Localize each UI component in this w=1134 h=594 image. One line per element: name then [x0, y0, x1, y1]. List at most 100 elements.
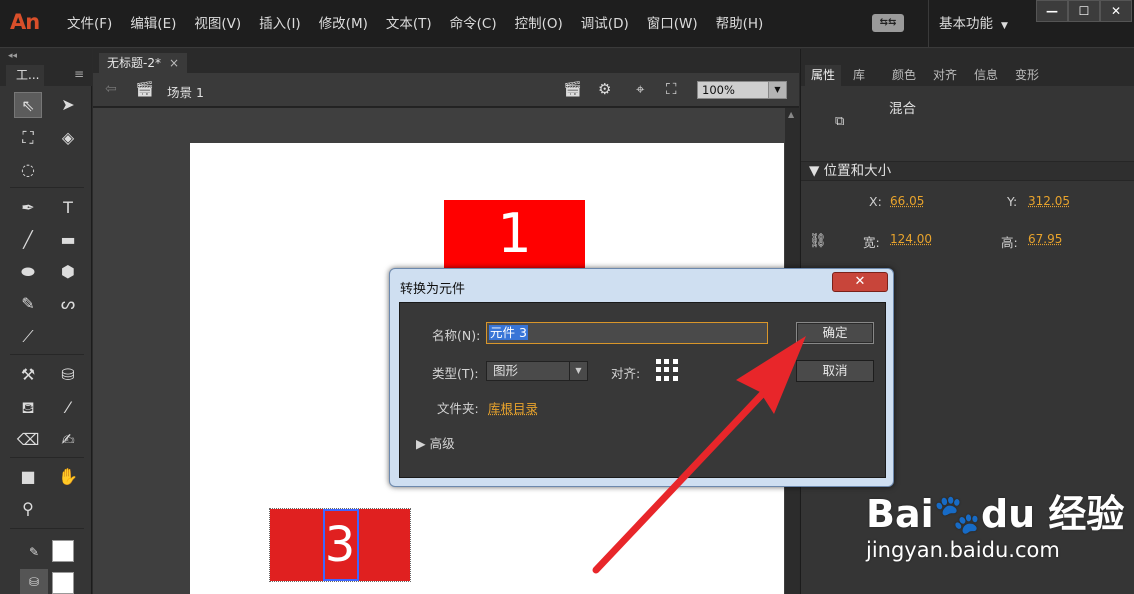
paint-bucket-tool-icon[interactable]: ⛁ [54, 362, 82, 388]
sync-settings-button[interactable]: ⇆⇆ [872, 14, 904, 32]
tools-tab[interactable]: 工... [6, 65, 44, 86]
close-tab-icon[interactable]: × [169, 56, 179, 70]
selection-tool-icon[interactable]: ⇖ [14, 92, 42, 118]
scroll-up-icon[interactable]: ▲ [788, 110, 794, 119]
document-tab-title: 无标题-2* [107, 56, 161, 70]
menu-insert[interactable]: 插入(I) [250, 15, 310, 33]
hand-tool-icon[interactable]: ✋ [54, 464, 82, 490]
symbol-type-select[interactable]: 图形 ▼ [486, 361, 588, 381]
brush-tool-icon[interactable]: ᔕ [54, 291, 82, 317]
chevron-down-icon: ▼ [1001, 21, 1008, 31]
menu-window[interactable]: 窗口(W) [638, 15, 707, 33]
document-tab[interactable]: 无标题-2* × [99, 53, 188, 73]
minimize-button[interactable]: — [1036, 0, 1068, 22]
pencil-tool-icon[interactable]: ✎ [14, 291, 42, 317]
width-tool-icon[interactable]: ✍ [54, 427, 82, 453]
selected-shape-3[interactable]: 3 [269, 508, 411, 582]
x-label: X: [869, 194, 882, 209]
fill-color-swatch[interactable] [52, 572, 74, 594]
subselection-tool-icon[interactable]: ➤ [54, 92, 82, 118]
position-size-section[interactable]: ▼ 位置和大小 [801, 161, 1134, 181]
menu-view[interactable]: 视图(V) [185, 15, 250, 33]
tool-divider [10, 354, 84, 355]
width-value[interactable]: 124.00 [890, 232, 932, 246]
rectangle-tool-icon[interactable]: ▬ [54, 227, 82, 253]
3d-rotation-tool-icon[interactable]: ◈ [54, 125, 82, 151]
properties-tab-bar: 属性 库 颜色 对齐 信息 变形 [801, 49, 1134, 86]
selection-box [323, 509, 359, 581]
workspace-label: 基本功能 [939, 16, 993, 32]
menu-file[interactable]: 文件(F) [58, 15, 121, 33]
text-tool-icon[interactable]: T [54, 195, 82, 221]
y-label: Y: [1007, 194, 1018, 209]
lasso-tool-icon[interactable]: ◌ [14, 157, 42, 183]
free-transform-tool-icon[interactable]: ⛶ [14, 125, 42, 151]
back-arrow-icon[interactable]: ⇦ [105, 81, 117, 97]
y-value[interactable]: 312.05 [1028, 194, 1070, 208]
oval-tool-icon[interactable]: ⬬ [14, 259, 42, 285]
eraser-tool-icon[interactable]: ⌫ [14, 427, 42, 453]
clip-content-icon[interactable]: ⛶ [666, 80, 677, 98]
menu-control[interactable]: 控制(O) [506, 15, 572, 33]
paint-brush-tool-icon[interactable]: ⟋ [14, 324, 42, 350]
camera-tool-icon[interactable]: ■ [14, 464, 42, 490]
polystar-tool-icon[interactable]: ⬢ [54, 259, 82, 285]
dialog-close-button[interactable]: ✕ [832, 272, 888, 292]
line-tool-icon[interactable]: ╱ [14, 227, 42, 253]
symbol-name-input[interactable]: 元件 3 [486, 322, 768, 344]
dialog-title: 转换为元件 [400, 282, 466, 297]
maximize-button[interactable]: ☐ [1068, 0, 1100, 22]
zoom-select[interactable]: 100% ▼ [697, 81, 787, 99]
bone-tool-icon[interactable]: ⚒ [14, 362, 42, 388]
fill-color-icon: ⛁ [20, 569, 48, 594]
dialog-body: 名称(N): 元件 3 类型(T): 图形 ▼ 对齐: 文件夹: 库根目录 ▶ 高… [399, 302, 886, 478]
edit-symbols-icon[interactable]: ⚙ [598, 80, 611, 98]
menu-commands[interactable]: 命令(C) [441, 15, 506, 33]
blend-label: 混合 [889, 101, 916, 117]
menu-debug[interactable]: 调试(D) [572, 15, 638, 33]
watermark-brand: Bai🐾du 经验 [866, 492, 1125, 536]
scene-clapper-icon: 🎬︎ [135, 80, 155, 98]
menu-help[interactable]: 帮助(H) [707, 15, 773, 33]
menu-text[interactable]: 文本(T) [377, 15, 441, 33]
advanced-toggle[interactable]: ▶ 高级 [416, 433, 455, 452]
collapse-icon[interactable]: ◂◂ [8, 51, 17, 61]
workspace-switcher[interactable]: 基本功能 ▼ [928, 0, 1018, 48]
x-value[interactable]: 66.05 [890, 194, 924, 208]
tab-align[interactable]: 对齐 [927, 65, 963, 86]
align-label: 对齐: [611, 366, 641, 381]
symbol-1[interactable]: 1 [444, 200, 585, 268]
menu-modify[interactable]: 修改(M) [310, 15, 377, 33]
tab-color[interactable]: 颜色 [886, 65, 922, 86]
pen-tool-icon[interactable]: ✒ [14, 195, 42, 221]
height-label: 高: [1001, 235, 1018, 250]
tool-divider [10, 187, 84, 188]
type-label: 类型(T): [432, 366, 479, 381]
panel-menu-icon[interactable]: ≡ [74, 67, 84, 81]
blend-mode-icon: ⧉ [835, 114, 845, 129]
edit-scene-icon[interactable]: 🎬︎ [563, 80, 582, 98]
eyedropper-tool-icon[interactable]: ⁄ [54, 395, 82, 421]
baidu-jingyan-watermark: Bai🐾du 经验 jingyan.baidu.com [866, 494, 1124, 562]
folder-link[interactable]: 库根目录 [488, 398, 538, 417]
ok-button[interactable]: 确定 [796, 322, 874, 344]
stroke-color-swatch[interactable] [52, 540, 74, 562]
menu-bar: An 文件(F) 编辑(E) 视图(V) 插入(I) 修改(M) 文本(T) 命… [0, 0, 1134, 48]
animate-window: An 文件(F) 编辑(E) 视图(V) 插入(I) 修改(M) 文本(T) 命… [0, 0, 1134, 594]
tab-properties[interactable]: 属性 [805, 65, 842, 86]
zoom-tool-icon[interactable]: ⚲ [14, 496, 42, 522]
height-value[interactable]: 67.95 [1028, 232, 1062, 246]
center-stage-icon[interactable]: ⌖ [636, 80, 644, 98]
folder-label: 文件夹: [437, 401, 479, 416]
tool-divider [10, 528, 84, 529]
tab-transform[interactable]: 变形 [1009, 65, 1045, 86]
zoom-value: 100% [702, 83, 735, 97]
window-close-button[interactable]: ✕ [1100, 0, 1132, 22]
ink-bottle-tool-icon[interactable]: ⛾ [14, 395, 42, 421]
cancel-button[interactable]: 取消 [796, 360, 874, 382]
lock-ratio-link-icon[interactable]: ⛓ [809, 233, 827, 249]
tab-info[interactable]: 信息 [968, 65, 1004, 86]
tab-library[interactable]: 库 [847, 65, 871, 86]
menu-edit[interactable]: 编辑(E) [121, 15, 185, 33]
registration-grid-icon[interactable] [654, 357, 680, 383]
